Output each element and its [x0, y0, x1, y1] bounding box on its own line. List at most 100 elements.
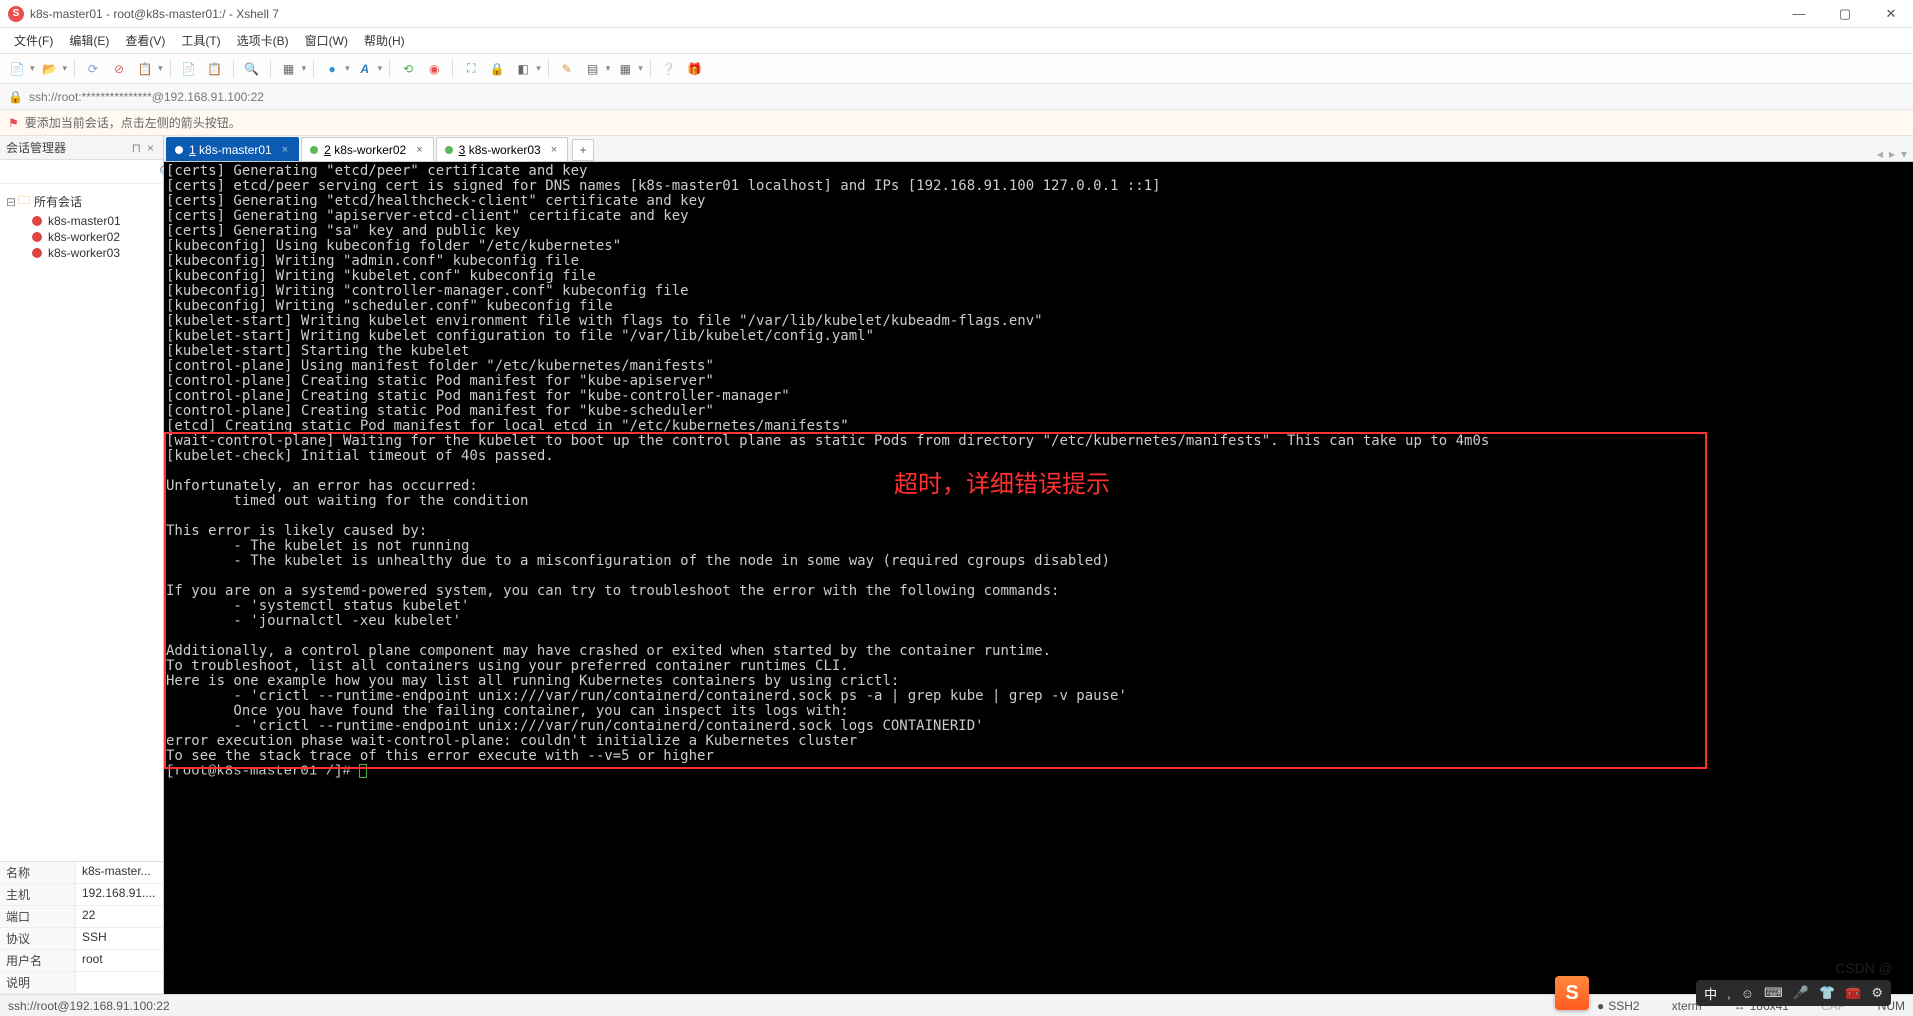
- tree-item[interactable]: k8s-worker02: [4, 229, 159, 245]
- highlight-icon[interactable]: ✎: [556, 58, 578, 80]
- paste-icon[interactable]: 📋: [204, 58, 226, 80]
- menu-tools[interactable]: 工具(T): [175, 30, 226, 51]
- menu-edit[interactable]: 编辑(E): [63, 30, 115, 51]
- fullscreen-icon[interactable]: ⛶: [460, 58, 482, 80]
- search-icon[interactable]: 🔍: [241, 58, 263, 80]
- layout-icon[interactable]: ▦: [614, 58, 636, 80]
- minimize-button[interactable]: —: [1785, 6, 1813, 22]
- prop-key: 名称: [0, 862, 76, 883]
- prop-val: [76, 972, 163, 993]
- ime-voice-icon[interactable]: 🎤: [1793, 985, 1809, 1001]
- tab-session-2[interactable]: 2 k8s-worker02 ×: [301, 137, 434, 161]
- tab-strip: 1 k8s-master01 × 2 k8s-worker02 × 3 k8s-…: [164, 136, 1913, 162]
- menu-file[interactable]: 文件(F): [8, 30, 59, 51]
- prop-row: 说明: [0, 972, 163, 994]
- tree-item-label: k8s-worker02: [48, 230, 120, 244]
- tab-close-icon[interactable]: ×: [551, 144, 557, 156]
- menu-view[interactable]: 查看(V): [119, 30, 171, 51]
- prop-row: 主机192.168.91....: [0, 884, 163, 906]
- maximize-button[interactable]: ▢: [1831, 6, 1859, 22]
- prop-row: 协议SSH: [0, 928, 163, 950]
- panel-header: 会话管理器 ⊓ ×: [0, 136, 163, 160]
- menu-help[interactable]: 帮助(H): [358, 30, 411, 51]
- panel-close-icon[interactable]: ×: [144, 141, 157, 155]
- new-session-icon[interactable]: 📄: [6, 58, 28, 80]
- menu-window[interactable]: 窗口(W): [299, 30, 354, 51]
- tile-icon[interactable]: ▦: [278, 58, 300, 80]
- terminal[interactable]: [certs] Generating "etcd/peer" certifica…: [164, 162, 1913, 994]
- property-grid: 名称k8s-master... 主机192.168.91.... 端口22 协议…: [0, 861, 163, 994]
- ime-punct-icon[interactable]: ,: [1727, 986, 1731, 1001]
- xftp-icon[interactable]: ◉: [423, 58, 445, 80]
- status-conn: ssh://root@192.168.91.100:22: [8, 999, 170, 1013]
- ime-settings-icon[interactable]: ⚙: [1871, 985, 1883, 1001]
- tab-prev-icon[interactable]: ◂: [1877, 147, 1883, 161]
- dot-icon: ●: [1597, 999, 1604, 1013]
- compose-icon[interactable]: ▤: [582, 58, 604, 80]
- properties-icon[interactable]: 📋: [134, 58, 156, 80]
- menu-tabs[interactable]: 选项卡(B): [231, 30, 295, 51]
- prop-key: 用户名: [0, 950, 76, 971]
- prop-val: SSH: [76, 928, 163, 949]
- status-dot-icon: [445, 146, 453, 154]
- session-manager-panel: 会话管理器 ⊓ × 🔍 ⊟ 🗀 所有会话 k8s-master01 k8s-wo…: [0, 136, 164, 994]
- prop-key: 主机: [0, 884, 76, 905]
- annotation-text: 超时，详细错误提示: [894, 477, 1110, 492]
- tab-next-icon[interactable]: ▸: [1889, 147, 1895, 161]
- tab-label: k8s-master01: [199, 143, 272, 157]
- main-area: 会话管理器 ⊓ × 🔍 ⊟ 🗀 所有会话 k8s-master01 k8s-wo…: [0, 136, 1913, 994]
- ime-indicator[interactable]: S: [1555, 976, 1589, 1010]
- font-icon[interactable]: A: [354, 58, 376, 80]
- prompt-text: [root@k8s-master01 /]#: [166, 764, 359, 780]
- tab-num: 1: [189, 143, 196, 157]
- pin-icon[interactable]: ⊓: [129, 141, 144, 155]
- gift-icon[interactable]: 🎁: [684, 58, 706, 80]
- status-dot-icon: [32, 216, 42, 226]
- search-input[interactable]: [4, 165, 159, 179]
- separator: [650, 60, 651, 78]
- copy-icon[interactable]: 📄: [178, 58, 200, 80]
- tab-session-1[interactable]: 1 k8s-master01 ×: [166, 137, 299, 161]
- reconnect-icon[interactable]: ⟳: [82, 58, 104, 80]
- expand-icon[interactable]: ⊟: [6, 195, 18, 209]
- disconnect-icon[interactable]: ⊘: [108, 58, 130, 80]
- prop-row: 名称k8s-master...: [0, 862, 163, 884]
- tree-item[interactable]: k8s-worker03: [4, 245, 159, 261]
- transparent-icon[interactable]: ◧: [512, 58, 534, 80]
- close-button[interactable]: ✕: [1877, 6, 1905, 22]
- tab-close-icon[interactable]: ×: [282, 144, 288, 156]
- prop-val: 22: [76, 906, 163, 927]
- ime-lang[interactable]: 中: [1704, 984, 1717, 1003]
- separator: [233, 60, 234, 78]
- status-dot-icon: [175, 146, 183, 154]
- help-icon[interactable]: ❔: [658, 58, 680, 80]
- separator: [170, 60, 171, 78]
- address-bar[interactable]: 🔒 ssh://root:***************@192.168.91.…: [0, 84, 1913, 110]
- tree-root[interactable]: ⊟ 🗀 所有会话: [4, 190, 159, 213]
- tab-session-3[interactable]: 3 k8s-worker03 ×: [436, 137, 569, 161]
- tab-num: 3: [459, 143, 466, 157]
- separator: [313, 60, 314, 78]
- panel-title: 会话管理器: [6, 139, 129, 156]
- tab-label: k8s-worker03: [469, 143, 541, 157]
- status-dot-icon: [32, 248, 42, 258]
- xagent-icon[interactable]: ⟲: [397, 58, 419, 80]
- ime-toolbox-icon[interactable]: 🧰: [1845, 985, 1861, 1001]
- ime-skin-icon[interactable]: 👕: [1819, 985, 1835, 1001]
- lock-icon[interactable]: 🔒: [486, 58, 508, 80]
- tab-list-icon[interactable]: ▾: [1901, 147, 1907, 161]
- prop-row: 端口22: [0, 906, 163, 928]
- ime-keyboard-icon[interactable]: ⌨: [1764, 985, 1783, 1001]
- tab-close-icon[interactable]: ×: [416, 144, 422, 156]
- open-session-icon[interactable]: 📂: [39, 58, 61, 80]
- tab-add-button[interactable]: +: [572, 139, 594, 161]
- status-dot-icon: [32, 232, 42, 242]
- address-text: ssh://root:***************@192.168.91.10…: [29, 90, 264, 104]
- ime-emoji-icon[interactable]: ☺: [1741, 986, 1754, 1001]
- cursor: [359, 764, 367, 778]
- color-icon[interactable]: ●: [321, 58, 343, 80]
- ime-toolbar[interactable]: 中 , ☺ ⌨ 🎤 👕 🧰 ⚙: [1696, 980, 1891, 1006]
- app-icon: S: [8, 6, 24, 22]
- tree-item[interactable]: k8s-master01: [4, 213, 159, 229]
- menu-bar: 文件(F) 编辑(E) 查看(V) 工具(T) 选项卡(B) 窗口(W) 帮助(…: [0, 28, 1913, 54]
